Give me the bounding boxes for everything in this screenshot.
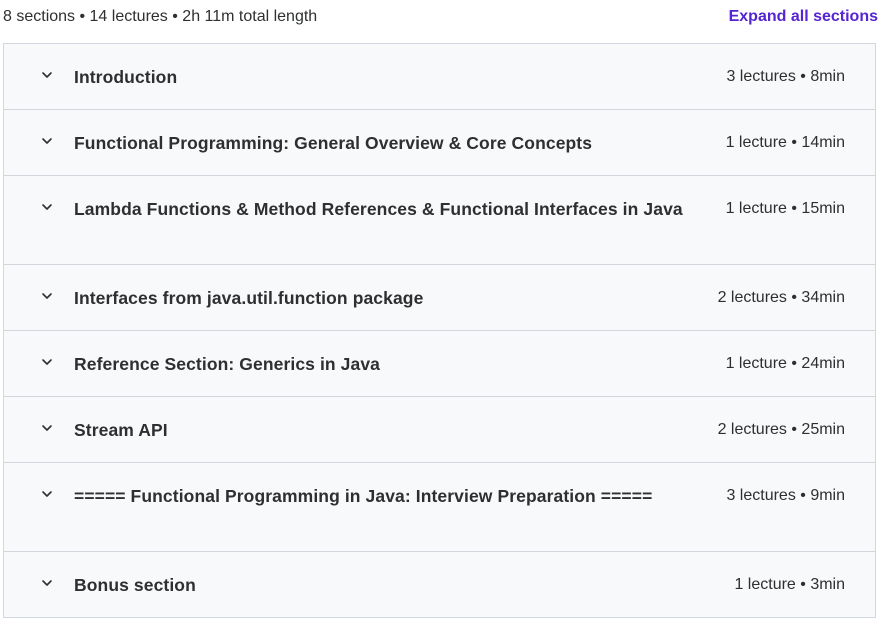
section-title: Reference Section: Generics in Java (74, 354, 380, 374)
section-title: Bonus section (74, 575, 196, 595)
section-header[interactable]: Reference Section: Generics in Java 1 le… (4, 331, 875, 397)
section-meta: 3 lectures • 8min (726, 68, 845, 85)
chevron-down-icon (40, 421, 54, 435)
section-title: Introduction (74, 67, 178, 87)
chevron-down-icon (40, 289, 54, 303)
section-header[interactable]: Lambda Functions & Method References & F… (4, 176, 875, 265)
section-meta: 1 lecture • 15min (725, 200, 845, 217)
section-meta: 1 lecture • 24min (725, 355, 845, 372)
curriculum-section-list: Introduction 3 lectures • 8min Functiona… (3, 43, 876, 618)
section-title: Lambda Functions & Method References & F… (74, 199, 683, 219)
section-title: Interfaces from java.util.function packa… (74, 288, 424, 308)
section-header[interactable]: Introduction 3 lectures • 8min (4, 44, 875, 110)
chevron-down-icon (40, 68, 54, 82)
section-title: Stream API (74, 420, 168, 440)
section-header[interactable]: Interfaces from java.util.function packa… (4, 265, 875, 331)
section-meta: 1 lecture • 14min (725, 134, 845, 151)
section-meta: 2 lectures • 34min (717, 289, 845, 306)
section-meta: 3 lectures • 9min (726, 487, 845, 504)
section-header[interactable]: Bonus section 1 lecture • 3min (4, 552, 875, 618)
chevron-down-icon (40, 576, 54, 590)
chevron-down-icon (40, 487, 54, 501)
curriculum-summary: 8 sections • 14 lectures • 2h 11m total … (3, 8, 318, 25)
chevron-down-icon (40, 134, 54, 148)
expand-all-sections-button[interactable]: Expand all sections (729, 8, 878, 26)
chevron-down-icon (40, 200, 54, 214)
chevron-down-icon (40, 355, 54, 369)
section-meta: 1 lecture • 3min (734, 576, 845, 593)
section-meta: 2 lectures • 25min (717, 421, 845, 438)
section-header[interactable]: ===== Functional Programming in Java: In… (4, 463, 875, 552)
section-title: Functional Programming: General Overview… (74, 133, 593, 153)
section-title: ===== Functional Programming in Java: In… (74, 486, 653, 506)
section-header[interactable]: Stream API 2 lectures • 25min (4, 397, 875, 463)
section-header[interactable]: Functional Programming: General Overview… (4, 110, 875, 176)
curriculum-summary-bar: 8 sections • 14 lectures • 2h 11m total … (0, 0, 880, 44)
